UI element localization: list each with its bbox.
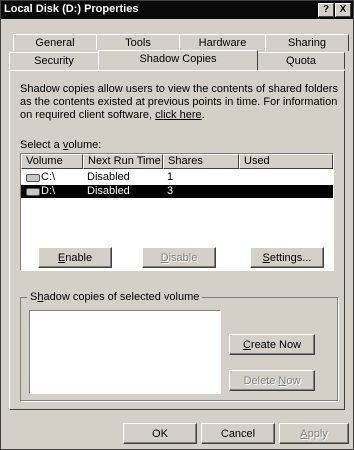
group-title: Shadow copies of selected volume xyxy=(27,291,203,303)
shadow-copies-panel: Shadow copies allow users to view the co… xyxy=(9,70,345,410)
hard-drive-icon xyxy=(26,188,40,196)
enable-button[interactable]: Enable xyxy=(38,247,112,268)
hard-drive-icon xyxy=(26,174,40,182)
column-next-run-time[interactable]: Next Run Time xyxy=(83,154,163,169)
column-shares[interactable]: Shares xyxy=(163,154,239,169)
help-button[interactable]: ? xyxy=(318,3,334,17)
window-title: Local Disk (D:) Properties xyxy=(4,3,139,15)
click-here-link[interactable]: click here xyxy=(155,109,201,121)
column-used[interactable]: Used xyxy=(239,154,333,169)
description-text: Shadow copies allow users to view the co… xyxy=(20,83,338,121)
tab-shadow-copies[interactable]: Shadow Copies xyxy=(98,50,258,70)
tab-sharing[interactable]: Sharing xyxy=(265,34,349,51)
delete-now-button[interactable]: Delete Now xyxy=(229,370,315,391)
disable-button[interactable]: Disable xyxy=(142,247,216,268)
properties-dialog: Local Disk (D:) Properties ? X General T… xyxy=(0,0,354,450)
create-now-button[interactable]: Create Now xyxy=(229,334,315,355)
volume-row-c[interactable]: C:\ Disabled 1 xyxy=(21,171,333,184)
tab-quota[interactable]: Quota xyxy=(257,52,345,69)
tab-tools[interactable]: Tools xyxy=(96,34,180,51)
shadow-copies-list[interactable] xyxy=(29,310,221,394)
close-button[interactable]: X xyxy=(335,3,351,17)
shadow-copies-group: Shadow copies of selected volume Create … xyxy=(20,291,338,401)
tab-security[interactable]: Security xyxy=(9,52,99,69)
column-volume[interactable]: Volume xyxy=(21,154,83,169)
tab-hardware[interactable]: Hardware xyxy=(179,34,266,51)
title-bar[interactable]: Local Disk (D:) Properties ? X xyxy=(1,1,353,19)
volume-row-d[interactable]: D:\ Disabled 3 xyxy=(21,185,333,198)
select-volume-label: Select a volume: xyxy=(20,139,102,151)
volume-list-header: Volume Next Run Time Shares Used xyxy=(21,154,333,169)
tab-general[interactable]: General xyxy=(13,34,97,51)
ok-button[interactable]: OK xyxy=(123,423,197,444)
apply-button[interactable]: Apply xyxy=(279,423,349,444)
settings-button[interactable]: Settings... xyxy=(250,247,324,268)
cancel-button[interactable]: Cancel xyxy=(201,423,275,444)
